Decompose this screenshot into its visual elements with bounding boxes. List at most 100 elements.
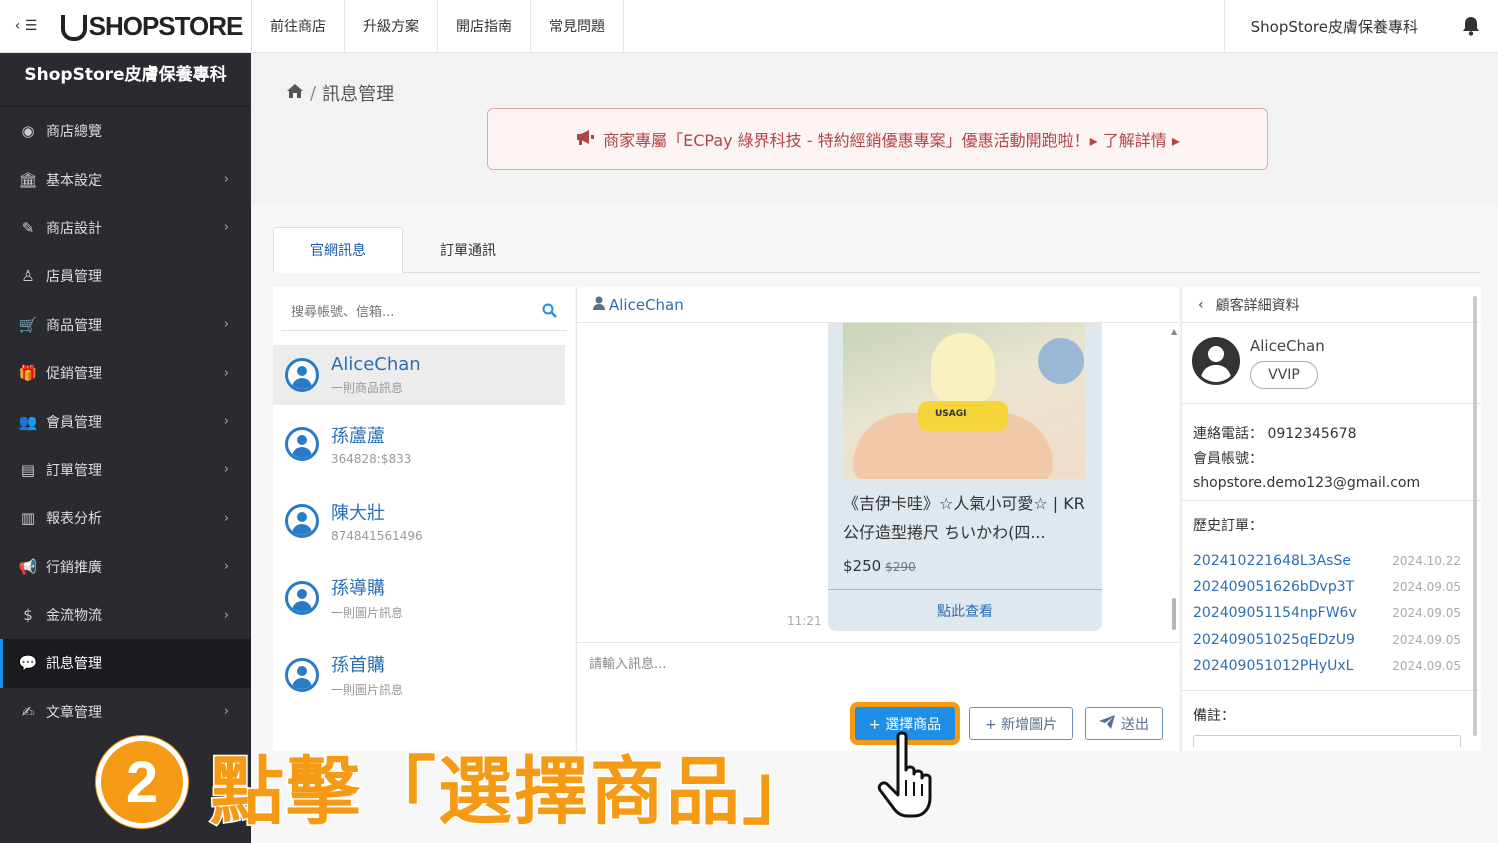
sidebar-item-4[interactable]: 🛒 商品管理 › bbox=[0, 301, 251, 349]
order-number-link[interactable]: 202409051154npFW6v bbox=[1193, 605, 1357, 621]
chevron-right-icon: › bbox=[223, 559, 229, 575]
sidebar-item-8[interactable]: ▥ 報表分析 › bbox=[0, 494, 251, 542]
sidebar-toggle-button[interactable]: ‹ ☰ bbox=[0, 0, 52, 52]
order-number-link[interactable]: 202409051012PHyUxL bbox=[1193, 658, 1353, 674]
view-product-button[interactable]: 點此查看 bbox=[828, 589, 1102, 631]
nav-upgrade-plan[interactable]: 升級方案 bbox=[345, 0, 438, 52]
chat-scrollbar[interactable] bbox=[1172, 598, 1176, 630]
dashboard-icon: ◉ bbox=[21, 122, 35, 141]
order-row: 202409051012PHyUxL 2024.09.05 bbox=[1193, 653, 1461, 679]
add-image-button[interactable]: + 新增圖片 bbox=[969, 707, 1073, 740]
order-date: 2024.09.05 bbox=[1392, 658, 1461, 673]
contact-item[interactable]: 孫蘆蘆 364828:$833 bbox=[273, 405, 575, 482]
note-label: 備註： bbox=[1193, 708, 1235, 724]
sidebar-item-12[interactable]: ✍ 文章管理 › bbox=[0, 688, 251, 736]
edit-icon: ✍ bbox=[21, 702, 35, 721]
product-image: USAGI bbox=[843, 323, 1085, 479]
avatar bbox=[1192, 337, 1240, 385]
nav-store-guide[interactable]: 開店指南 bbox=[438, 0, 531, 52]
contact-last-message: 一則圖片訊息 bbox=[331, 606, 404, 620]
send-label: 送出 bbox=[1121, 716, 1149, 733]
sidebar-item-label: 訊息管理 bbox=[46, 656, 102, 673]
contact-item[interactable]: 孫首購 一則圖片訊息 bbox=[273, 636, 575, 713]
chart-icon: ▥ bbox=[20, 509, 36, 528]
customer-detail-panel: ‹ 顧客詳細資料 AliceChan VVIP 連絡電話： 0912345678… bbox=[1181, 287, 1481, 751]
order-date: 2024.09.05 bbox=[1392, 632, 1461, 647]
breadcrumb-sep: / bbox=[310, 82, 317, 104]
send-button[interactable]: 送出 bbox=[1085, 707, 1163, 740]
order-row: 202409051025qEDzU9 2024.09.05 bbox=[1193, 627, 1461, 653]
order-date: 2024.09.05 bbox=[1392, 606, 1461, 621]
sidebar-item-2[interactable]: ✎ 商店設計 › bbox=[0, 204, 251, 252]
sidebar-item-11[interactable]: 💬 訊息管理 bbox=[0, 639, 251, 688]
order-date: 2024.09.05 bbox=[1392, 580, 1461, 595]
chevron-right-icon: › bbox=[223, 365, 229, 381]
contact-name: 孫導購 bbox=[331, 578, 385, 599]
sidebar-item-label: 行銷推廣 bbox=[46, 559, 102, 576]
nav-goto-store[interactable]: 前往商店 bbox=[252, 0, 345, 52]
sidebar-item-label: 訂單管理 bbox=[46, 462, 102, 479]
user-icon bbox=[593, 296, 605, 314]
sidebar-item-label: 商品管理 bbox=[46, 317, 102, 334]
bell-icon[interactable] bbox=[1444, 16, 1498, 36]
customer-note: 備註： bbox=[1182, 691, 1481, 747]
message-input[interactable]: 請輸入訊息... bbox=[589, 653, 666, 672]
contact-item[interactable]: AliceChan 一則商品訊息 bbox=[273, 345, 565, 405]
sidebar-item-1[interactable]: 🏛 基本設定 › bbox=[0, 155, 251, 203]
breadcrumb-current: 訊息管理 bbox=[322, 84, 395, 105]
customer-summary: AliceChan VVIP bbox=[1182, 323, 1481, 404]
order-history: 歷史訂單： 202410221648L3AsSe 2024.10.22 202409… bbox=[1182, 501, 1481, 691]
detail-scrollbar[interactable] bbox=[1473, 296, 1477, 736]
chevron-right-icon: › bbox=[223, 704, 229, 720]
sidebar-item-3[interactable]: ♙ 店員管理 bbox=[0, 252, 251, 300]
sidebar-item-label: 金流物流 bbox=[46, 608, 102, 625]
order-number-link[interactable]: 202409051626bDvp3T bbox=[1193, 579, 1354, 595]
sidebar-item-9[interactable]: 📢 行銷推廣 › bbox=[0, 543, 251, 591]
customer-account-label: 會員帳號： bbox=[1193, 450, 1263, 467]
home-icon[interactable] bbox=[286, 83, 304, 104]
order-number-link[interactable]: 202410221648L3AsSe bbox=[1193, 553, 1351, 569]
sidebar-item-label: 促銷管理 bbox=[46, 366, 102, 383]
sidebar-item-7[interactable]: ▤ 訂單管理 › bbox=[0, 446, 251, 494]
contact-item[interactable]: 陳大壯 874841561496 bbox=[273, 482, 575, 559]
note-textarea[interactable] bbox=[1193, 735, 1461, 747]
sidebar-item-label: 報表分析 bbox=[46, 511, 102, 528]
contact-last-message: 一則圖片訊息 bbox=[331, 683, 404, 697]
avatar bbox=[285, 426, 319, 461]
order-number-link[interactable]: 202409051025qEDzU9 bbox=[1193, 632, 1355, 648]
nav-faq[interactable]: 常見問題 bbox=[531, 0, 624, 52]
avatar bbox=[285, 657, 319, 692]
tab-order-messages[interactable]: 訂單通訊 bbox=[403, 227, 533, 273]
contact-item[interactable]: 孫導購 一則圖片訊息 bbox=[273, 559, 575, 636]
top-right: ShopStore皮膚保養專科 bbox=[1223, 0, 1498, 53]
avatar bbox=[285, 580, 319, 615]
tab-site-messages[interactable]: 官網訊息 bbox=[273, 227, 403, 273]
sidebar-item-0[interactable]: ◉ 商店總覽 bbox=[0, 107, 251, 155]
sidebar-menu: ◉ 商店總覽 🏛 基本設定 › ✎ 商店設計 › ♙ 店員管理 🛒 商品管理 › 🎁 促銷管理 › 👥 會員管理 ›… bbox=[0, 107, 251, 736]
customer-email: shopstore.demo123@gmail.com bbox=[1193, 475, 1421, 491]
message-tabs: 官網訊息 訂單通訊 bbox=[273, 227, 1480, 273]
sidebar: ShopStore皮膚保養專科 ◉ 商店總覽 🏛 基本設定 › ✎ 商店設計 › ♙ 店員管理 🛒 商… bbox=[0, 53, 251, 843]
sidebar-item-5[interactable]: 🎁 促銷管理 › bbox=[0, 349, 251, 397]
product-price: $250 $290 bbox=[843, 557, 916, 575]
dollar-icon: $ bbox=[23, 606, 33, 625]
chat-header-name: AliceChan bbox=[609, 295, 684, 314]
chevron-right-icon: › bbox=[223, 607, 229, 623]
megaphone-icon bbox=[575, 129, 595, 149]
shopstore-logo[interactable]: SHOPSTORE bbox=[52, 0, 252, 52]
contact-search-input[interactable] bbox=[291, 305, 542, 320]
chat-header: AliceChan bbox=[577, 287, 1179, 323]
sidebar-item-label: 基本設定 bbox=[46, 172, 102, 189]
search-icon[interactable] bbox=[542, 303, 557, 322]
chevron-left-icon[interactable]: ‹ bbox=[1198, 297, 1204, 313]
chevron-up-icon[interactable]: ▲ bbox=[1171, 327, 1177, 336]
order-list: 202410221648L3AsSe 2024.10.22 202409051626… bbox=[1193, 548, 1481, 679]
order-row: 202410221648L3AsSe 2024.10.22 bbox=[1193, 548, 1461, 574]
chat-messages[interactable]: 11:21 USAGI 《吉伊卡哇》☆人氣小可愛☆ | KR公仔造型捲尺 ちいか… bbox=[577, 323, 1180, 643]
avatar bbox=[285, 358, 319, 392]
sidebar-item-10[interactable]: $ 金流物流 › bbox=[0, 591, 251, 639]
promo-banner[interactable]: 商家專屬「ECPay 綠界科技 - 特約經銷優惠專案」優惠活動開跑啦！▸ 了解詳… bbox=[487, 108, 1268, 170]
sidebar-item-6[interactable]: 👥 會員管理 › bbox=[0, 397, 251, 445]
contact-last-message: 874841561496 bbox=[331, 528, 423, 543]
store-name-menu[interactable]: ShopStore皮膚保養專科 bbox=[1223, 0, 1444, 53]
